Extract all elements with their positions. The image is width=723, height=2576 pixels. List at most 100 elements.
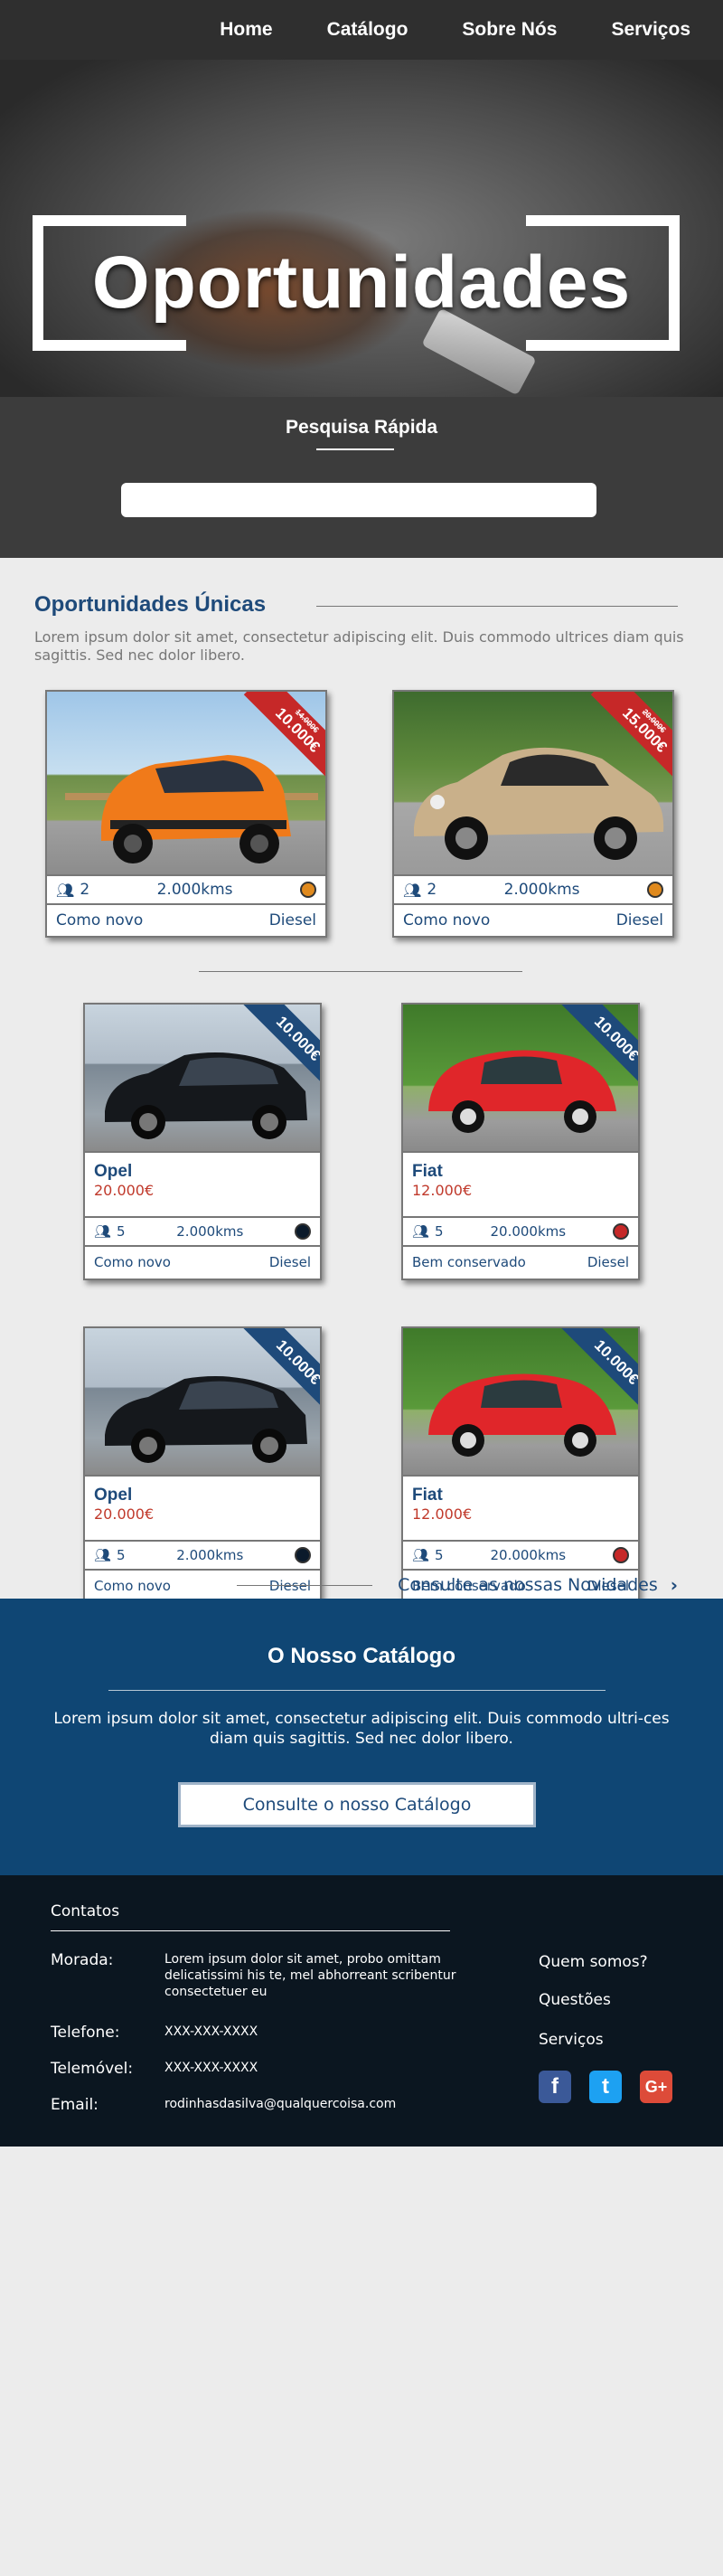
car-price: 12.000€ bbox=[412, 1505, 473, 1523]
car-photo: 14.000€ 10.000€ bbox=[47, 692, 325, 874]
color-dot bbox=[295, 1547, 311, 1563]
km-value: 2.000kms bbox=[156, 881, 233, 899]
color-dot bbox=[612, 1547, 629, 1563]
fuel: Diesel bbox=[268, 1254, 311, 1270]
top-nav: Home Catálogo Sobre Nós Serviços bbox=[0, 0, 723, 60]
card-footer: Bem conservado Diesel bbox=[403, 1247, 638, 1278]
seats: 👥︎ 5 bbox=[94, 1547, 126, 1563]
car-brand: Fiat bbox=[412, 1486, 443, 1505]
color-dot bbox=[612, 1223, 629, 1240]
news-link-label[interactable]: Consulte as nossas Novidades bbox=[398, 1575, 658, 1595]
chevron-right-icon[interactable]: › bbox=[671, 1574, 678, 1596]
email-value[interactable]: rodinhasdasilva@qualquercoisa.com bbox=[164, 2096, 463, 2112]
users-icon: 👥︎ bbox=[94, 1547, 112, 1563]
footer-link-questions[interactable]: Questões bbox=[539, 1991, 611, 2009]
catalog-button[interactable]: Consulte o nosso Catálogo bbox=[178, 1782, 536, 1827]
catalog-section: O Nosso Catálogo Lorem ipsum dolor sit a… bbox=[0, 1599, 723, 1875]
condition: Como novo bbox=[94, 1254, 171, 1270]
km-value: 20.000kms bbox=[490, 1547, 567, 1563]
car-photo: 10.000€ bbox=[403, 1005, 638, 1151]
condition: Como novo bbox=[403, 911, 491, 929]
catalog-text: Lorem ipsum dolor sit amet, consectetur … bbox=[53, 1710, 670, 1748]
hero-banner: Oportunidades bbox=[0, 60, 723, 397]
cards-area: 14.000€ 10.000€ 👥︎ 2 2.000kms Como novo D… bbox=[0, 690, 723, 1921]
car-card[interactable]: 10.000€ Fiat 12.000€ 👥︎ 5 20.000kms Bem c… bbox=[401, 1003, 640, 1280]
car-price: 20.000€ bbox=[94, 1505, 155, 1523]
card-footer: Como novo Diesel bbox=[85, 1247, 320, 1278]
car-brand: Fiat bbox=[412, 1162, 443, 1181]
quick-search: Pesquisa Rápida bbox=[0, 397, 723, 558]
card-info: Opel 20.000€ bbox=[85, 1151, 320, 1216]
cards-divider bbox=[199, 971, 522, 972]
catalog-title-line bbox=[108, 1690, 606, 1691]
featured-card[interactable]: 20.000€ 15.000€ 👥︎ 2 2.000kms Como novo D… bbox=[392, 690, 674, 938]
fuel: Diesel bbox=[615, 911, 663, 929]
users-icon: 👥︎ bbox=[56, 881, 75, 899]
quick-search-input[interactable] bbox=[121, 483, 596, 517]
quick-search-underline bbox=[316, 448, 394, 450]
condition: Como novo bbox=[56, 911, 144, 929]
google-plus-icon[interactable]: G+ bbox=[640, 2071, 672, 2103]
card-info: Fiat 12.000€ bbox=[403, 1475, 638, 1540]
car-card[interactable]: 10.000€ Opel 20.000€ 👥︎ 5 2.000kms Como n… bbox=[83, 1326, 322, 1604]
nav-services[interactable]: Serviços bbox=[611, 19, 690, 41]
users-icon: 👥︎ bbox=[412, 1547, 430, 1563]
footer-link-services[interactable]: Serviços bbox=[539, 2031, 604, 2049]
km-value: 2.000kms bbox=[176, 1547, 244, 1563]
color-dot bbox=[295, 1223, 311, 1240]
hero-title: Oportunidades bbox=[91, 241, 632, 324]
seats: 👥︎ 5 bbox=[412, 1223, 444, 1240]
mobile-label: Telemóvel: bbox=[51, 2060, 134, 2078]
catalog-title: O Nosso Catálogo bbox=[267, 1644, 456, 1668]
featured-card[interactable]: 14.000€ 10.000€ 👥︎ 2 2.000kms Como novo D… bbox=[45, 690, 327, 938]
fuel: Diesel bbox=[587, 1254, 629, 1270]
facebook-icon[interactable]: f bbox=[539, 2071, 571, 2103]
km-value: 20.000kms bbox=[490, 1223, 567, 1240]
unique-section: Oportunidades Únicas Lorem ipsum dolor s… bbox=[0, 558, 723, 690]
seats: 👥︎ 2 bbox=[403, 881, 437, 899]
quick-search-title: Pesquisa Rápida bbox=[285, 417, 438, 438]
car-price: 20.000€ bbox=[94, 1182, 155, 1199]
seats-value: 2 bbox=[80, 881, 90, 899]
card-footer: Como novo Diesel bbox=[394, 905, 672, 936]
condition: Como novo bbox=[94, 1578, 171, 1594]
seats-value: 5 bbox=[435, 1547, 444, 1563]
seats-value: 5 bbox=[117, 1223, 126, 1240]
footer: Contatos Morada: Lorem ipsum dolor sit a… bbox=[0, 1875, 723, 2147]
contacts-line bbox=[51, 1930, 450, 1931]
users-icon: 👥︎ bbox=[403, 881, 422, 899]
users-icon: 👥︎ bbox=[412, 1223, 430, 1240]
unique-title: Oportunidades Únicas bbox=[34, 592, 267, 617]
phone-value: XXX-XXX-XXXX bbox=[164, 2024, 258, 2039]
card-meta: 👥︎ 5 20.000kms bbox=[403, 1216, 638, 1247]
footer-link-about[interactable]: Quem somos? bbox=[539, 1953, 648, 1971]
seats-value: 5 bbox=[435, 1223, 444, 1240]
address-label: Morada: bbox=[51, 1951, 114, 1969]
car-price: 12.000€ bbox=[412, 1182, 473, 1199]
news-link-line bbox=[237, 1584, 373, 1586]
car-brand: Opel bbox=[94, 1486, 133, 1505]
contacts-title: Contatos bbox=[51, 1902, 120, 1920]
card-meta: 👥︎ 5 2.000kms bbox=[85, 1216, 320, 1247]
news-link[interactable]: Consulte as nossas Novidades › bbox=[237, 1574, 678, 1596]
nav-about[interactable]: Sobre Nós bbox=[462, 19, 557, 41]
car-brand: Opel bbox=[94, 1162, 133, 1181]
unique-title-line bbox=[316, 606, 678, 607]
car-card[interactable]: 10.000€ Opel 20.000€ 👥︎ 5 2.000kms Como n… bbox=[83, 1003, 322, 1280]
users-icon: 👥︎ bbox=[94, 1223, 112, 1240]
phone-label: Telefone: bbox=[51, 2024, 120, 2042]
km-value: 2.000kms bbox=[503, 881, 580, 899]
seats: 👥︎ 5 bbox=[412, 1547, 444, 1563]
car-photo: 10.000€ bbox=[85, 1005, 320, 1151]
card-info: Opel 20.000€ bbox=[85, 1475, 320, 1540]
mobile-value: XXX-XXX-XXXX bbox=[164, 2061, 258, 2075]
nav-catalog[interactable]: Catálogo bbox=[327, 19, 408, 41]
nav-home[interactable]: Home bbox=[220, 19, 272, 41]
seats: 👥︎ 5 bbox=[94, 1223, 126, 1240]
twitter-icon[interactable]: t bbox=[589, 2071, 622, 2103]
card-meta: 👥︎ 2 2.000kms bbox=[394, 874, 672, 905]
color-dot bbox=[299, 882, 316, 898]
card-meta: 👥︎ 5 2.000kms bbox=[85, 1540, 320, 1571]
seats-value: 5 bbox=[117, 1547, 126, 1563]
car-card[interactable]: 10.000€ Fiat 12.000€ 👥︎5 20.000kms Bem c… bbox=[401, 1326, 640, 1604]
